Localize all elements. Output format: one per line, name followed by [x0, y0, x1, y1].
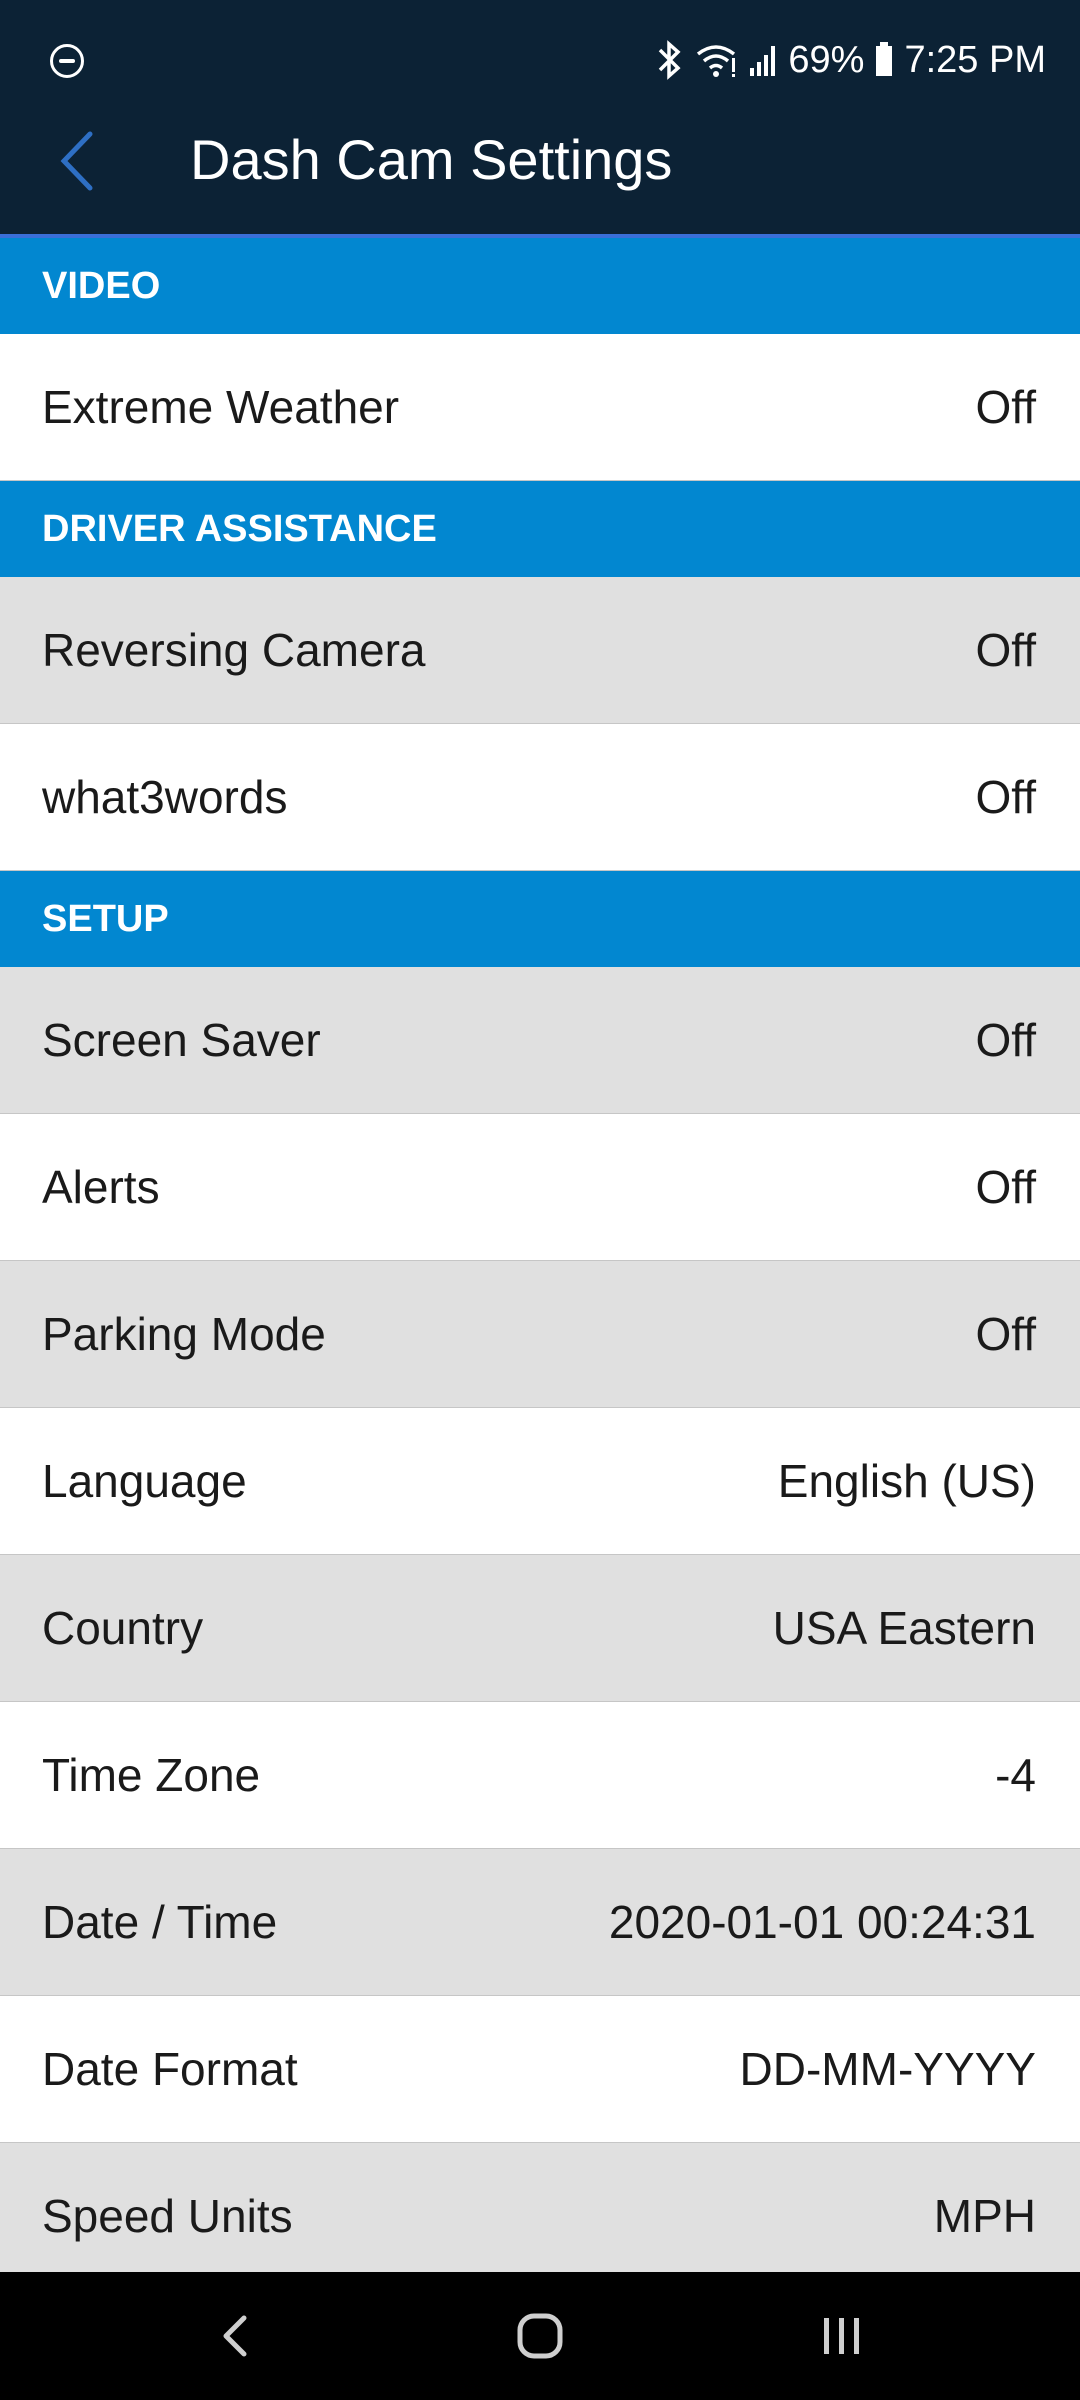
setting-value: DD-MM-YYYY [739, 2043, 1036, 2095]
setting-value: English (US) [777, 1455, 1036, 1507]
setting-value: Off [975, 1014, 1036, 1066]
wifi-icon [697, 45, 736, 77]
setting-label: what3words [42, 771, 288, 823]
do-not-disturb-icon [50, 44, 84, 78]
setting-value: -4 [995, 1749, 1036, 1801]
setting-row-date-time[interactable]: Date / Time 2020-01-01 00:24:31 [0, 1849, 1080, 1996]
setting-label: Speed Units [42, 2190, 293, 2242]
setting-row-parking-mode[interactable]: Parking Mode Off [0, 1261, 1080, 1408]
nav-home-icon[interactable] [510, 2306, 570, 2366]
setting-value: Off [975, 624, 1036, 676]
signal-icon [750, 46, 776, 76]
battery-icon [876, 42, 893, 76]
setting-value: Off [975, 1161, 1036, 1213]
setting-value: Off [975, 1308, 1036, 1360]
status-indicators: 69% 7:25 PM [654, 32, 1046, 88]
setting-value: MPH [933, 2190, 1036, 2242]
setting-row-time-zone[interactable]: Time Zone -4 [0, 1702, 1080, 1849]
setting-row-alerts[interactable]: Alerts Off [0, 1114, 1080, 1261]
clock: 7:25 PM [904, 38, 1046, 81]
setting-value: Off [975, 771, 1036, 823]
setting-value: 2020-01-01 00:24:31 [608, 1896, 1036, 1948]
settings-list: VIDEO Extreme Weather Off DRIVER ASSISTA… [0, 238, 1080, 2272]
app-bar: Dash Cam Settings [0, 88, 1080, 238]
setting-row-what3words[interactable]: what3words Off [0, 724, 1080, 871]
section-header-setup: SETUP [0, 871, 1080, 967]
setting-label: Time Zone [42, 1749, 261, 1801]
nav-recents-icon[interactable] [812, 2306, 872, 2366]
setting-row-speed-units[interactable]: Speed Units MPH [0, 2143, 1080, 2272]
setting-row-screen-saver[interactable]: Screen Saver Off [0, 967, 1080, 1114]
setting-row-date-format[interactable]: Date Format DD-MM-YYYY [0, 1996, 1080, 2143]
setting-label: Reversing Camera [42, 624, 426, 676]
setting-label: Screen Saver [42, 1014, 321, 1066]
section-header-driver-assistance: DRIVER ASSISTANCE [0, 481, 1080, 577]
setting-row-reversing-camera[interactable]: Reversing Camera Off [0, 577, 1080, 724]
system-navigation-bar [0, 2272, 1080, 2400]
setting-label: Alerts [42, 1161, 160, 1213]
setting-row-country[interactable]: Country USA Eastern [0, 1555, 1080, 1702]
setting-label: Parking Mode [42, 1308, 326, 1360]
setting-row-language[interactable]: Language English (US) [0, 1408, 1080, 1555]
status-bar: 69% 7:25 PM [0, 0, 1080, 88]
setting-row-extreme-weather[interactable]: Extreme Weather Off [0, 334, 1080, 481]
section-header-video: VIDEO [0, 238, 1080, 334]
page-title: Dash Cam Settings [190, 128, 673, 191]
bluetooth-icon [659, 40, 681, 80]
battery-percent: 69% [788, 38, 865, 81]
setting-label: Country [42, 1602, 204, 1654]
setting-label: Language [42, 1455, 247, 1507]
setting-label: Extreme Weather [42, 381, 400, 433]
setting-value: Off [975, 381, 1036, 433]
setting-value: USA Eastern [772, 1602, 1036, 1654]
nav-back-icon[interactable] [206, 2306, 266, 2366]
setting-label: Date / Time [42, 1896, 278, 1948]
chevron-left-icon[interactable] [48, 124, 108, 198]
setting-label: Date Format [42, 2043, 298, 2095]
